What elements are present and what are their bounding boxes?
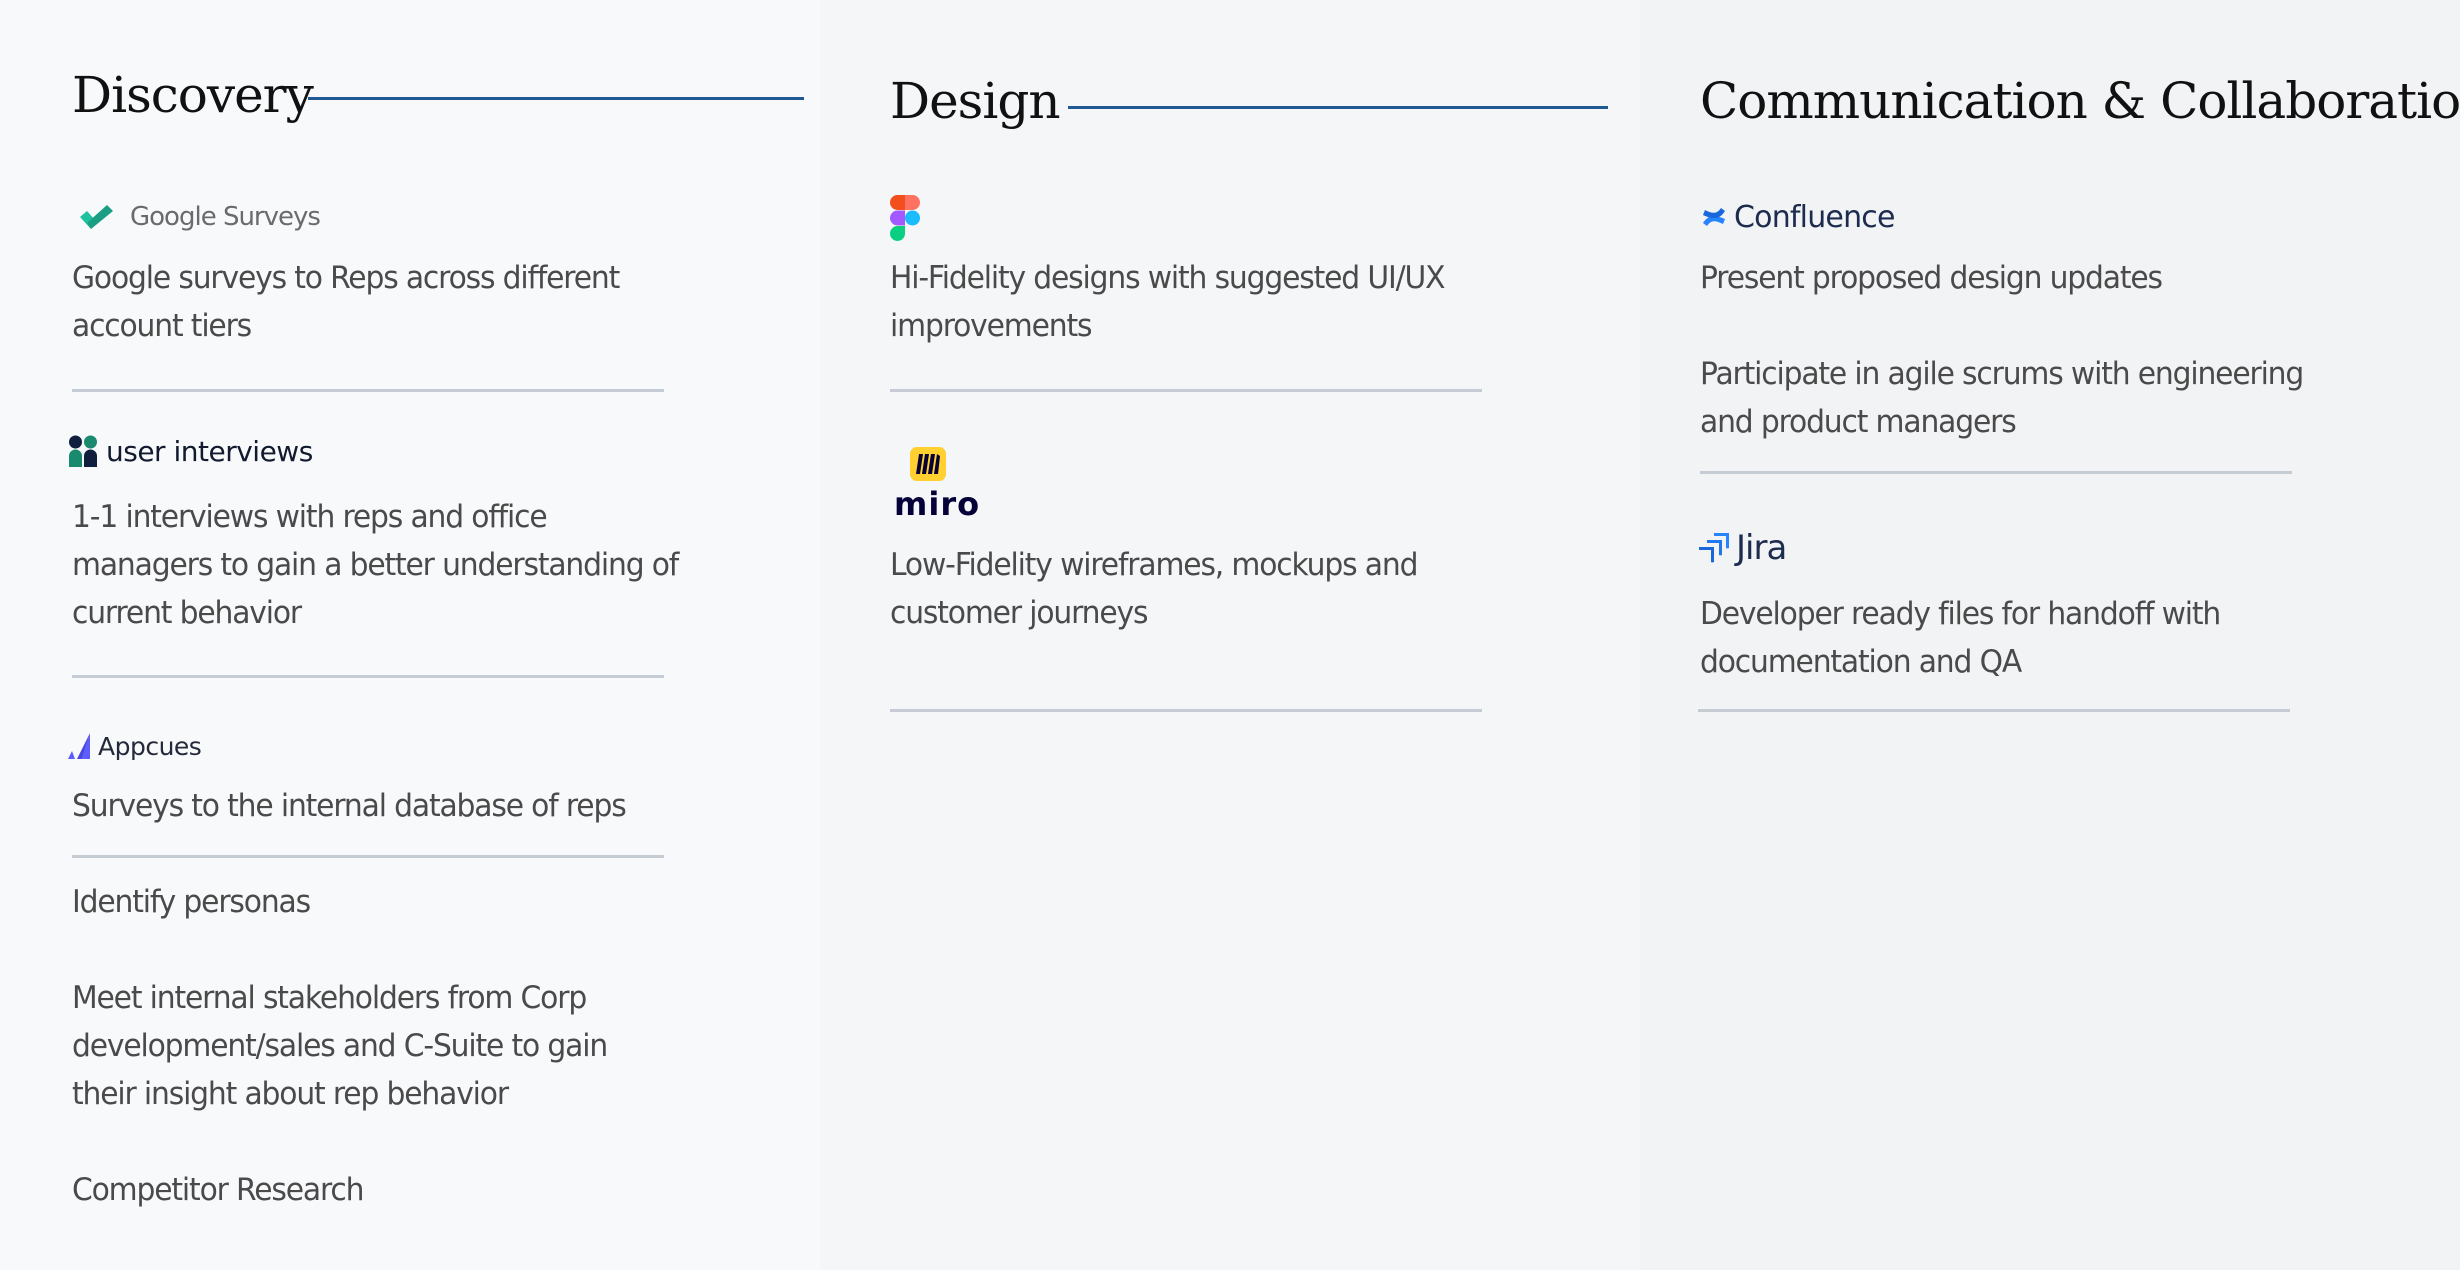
discovery-column: Discovery Google Surveys Google surveys … [0,0,820,1270]
divider [72,675,664,678]
google-surveys-logo-text: Google Surveys [130,202,321,232]
checkmark-icon [80,205,113,229]
confluence-logo-text: Confluence [1734,199,1895,235]
tool-description: Developer ready files for handoff with d… [1700,596,2221,680]
discovery-item: Identify personas [72,884,311,920]
discovery-heading-rule [308,97,804,100]
appcues-logo-text: Appcues [98,731,202,761]
tool-description: Present proposed design updates [1700,260,2163,296]
tool-description: Google surveys to Reps across different … [72,260,620,344]
divider [72,855,664,858]
figma-icon [890,195,920,241]
divider [1698,709,2290,712]
confluence-icon [1703,208,1725,226]
discovery-item: Meet internal stakeholders from Corp dev… [72,980,608,1112]
divider [890,709,1482,712]
discovery-heading: Discovery [72,66,314,124]
design-heading-rule [1068,106,1608,109]
tool-description: Low-Fidelity wireframes, mockups and cus… [890,547,1418,631]
communication-heading: Communication & Collaboration [1700,72,2460,130]
tool-description: Hi-Fidelity designs with suggested UI/UX… [890,260,1445,344]
divider [890,389,1482,392]
design-heading: Design [890,72,1061,130]
tool-description: 1-1 interviews with reps and office mana… [72,499,679,631]
divider [1700,471,2292,474]
confluence-logo: Confluence [1702,199,1895,235]
miro-logo [910,447,946,481]
people-icon [69,435,97,467]
tool-description: Surveys to the internal database of reps [72,788,627,824]
communication-column: Communication & Collaboration Confluence… [1640,0,2460,1270]
miro-logo-text: miro [894,485,981,523]
appcues-icon [68,733,90,759]
google-surveys-logo: Google Surveys [78,200,321,234]
jira-logo-text: Jira [1736,528,1787,568]
discovery-item: Competitor Research [72,1172,364,1208]
user-interviews-logo-text: user interviews [106,434,313,468]
tool-description: Participate in agile scrums with enginee… [1700,356,2304,440]
miro-icon [910,447,946,481]
user-interviews-logo: user interviews [68,434,313,468]
divider [72,389,664,392]
figma-logo [890,195,920,243]
jira-icon [1699,533,1729,563]
design-column: Design Hi-Fidelity designs with suggeste… [820,0,1640,1270]
appcues-logo: Appcues [68,731,202,761]
jira-logo: Jira [1698,528,1787,568]
